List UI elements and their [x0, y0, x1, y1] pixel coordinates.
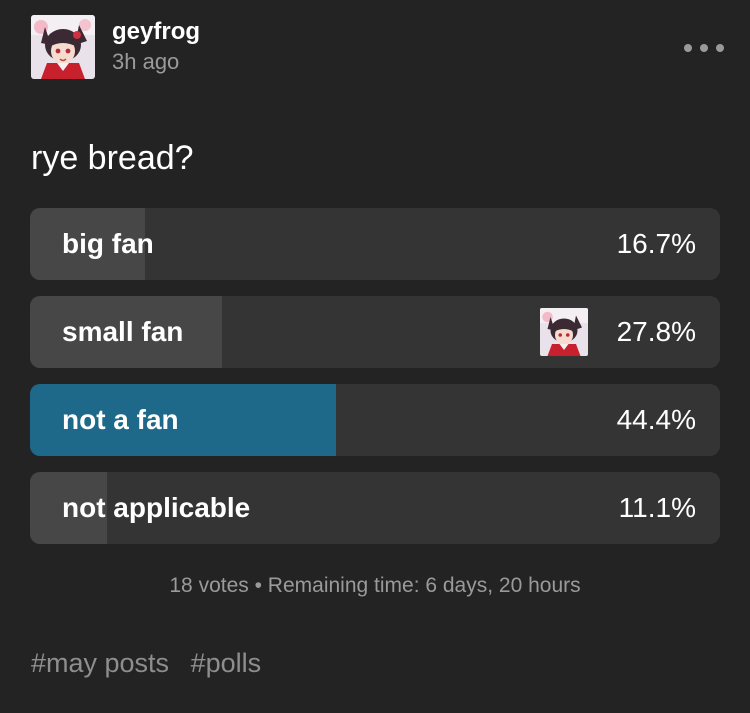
vote-count: 18 votes — [169, 574, 249, 597]
author-meta: geyfrog 3h ago — [112, 17, 200, 77]
poll-option-not-applicable[interactable]: not applicable 11.1% — [30, 472, 720, 544]
author-username[interactable]: geyfrog — [112, 17, 200, 47]
more-horizontal-icon-dot — [700, 44, 708, 52]
poll-option-percent: 44.4% — [616, 404, 696, 435]
poll-question: rye bread? — [31, 139, 194, 177]
post-timestamp: 3h ago — [112, 49, 180, 74]
poll-option-label: not applicable — [62, 492, 251, 523]
poll-option-percent: 27.8% — [616, 316, 696, 347]
post-header: geyfrog 3h ago — [31, 15, 200, 79]
more-horizontal-icon-dot — [716, 44, 724, 52]
poll-option-not-a-fan[interactable]: not a fan 44.4% — [30, 384, 720, 456]
poll-summary: 18 votes • Remaining time: 6 days, 20 ho… — [0, 572, 750, 600]
more-options-button[interactable] — [684, 36, 724, 60]
remaining-time: Remaining time: 6 days, 20 hours — [267, 574, 581, 597]
poll-options: big fan 16.7% small fan 27.8% not a fan … — [30, 208, 720, 560]
separator-dot: • — [254, 574, 268, 597]
poll-post: geyfrog 3h ago rye bread? big fan 16.7% … — [0, 0, 750, 713]
poll-option-label: big fan — [62, 228, 154, 259]
voter-avatar — [540, 308, 588, 356]
avatar-image-icon — [31, 15, 95, 79]
avatar-image-icon — [540, 308, 588, 356]
author-avatar[interactable] — [31, 15, 95, 79]
poll-option-percent: 11.1% — [618, 492, 696, 523]
more-horizontal-icon — [684, 44, 692, 52]
post-tags: #may posts #polls — [31, 645, 275, 681]
poll-option-label: small fan — [62, 316, 184, 347]
tag-link[interactable]: #may posts — [31, 648, 169, 678]
poll-option-small-fan[interactable]: small fan 27.8% — [30, 296, 720, 368]
poll-option-percent: 16.7% — [616, 228, 696, 259]
poll-option-big-fan[interactable]: big fan 16.7% — [30, 208, 720, 280]
tag-link[interactable]: #polls — [191, 648, 262, 678]
poll-option-label: not a fan — [62, 404, 179, 435]
